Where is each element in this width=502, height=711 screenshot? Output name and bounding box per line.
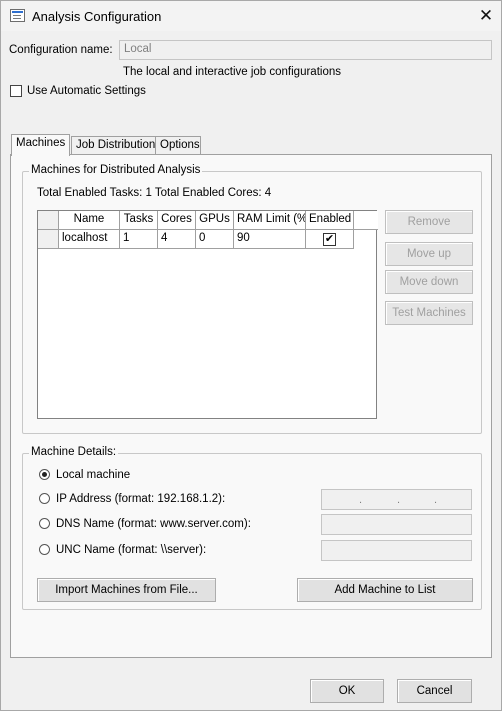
machines-group: Machines for Distributed Analysis Total … xyxy=(22,164,482,434)
cell-tasks[interactable]: 1 xyxy=(120,230,158,249)
tab-job-distribution[interactable]: Job Distribution xyxy=(71,136,164,155)
cell-gpus[interactable]: 0 xyxy=(196,230,234,249)
configuration-name-label: Configuration name: xyxy=(9,44,113,56)
dns-name-radio[interactable] xyxy=(39,518,50,529)
remove-button[interactable]: Remove xyxy=(385,210,473,234)
column-header-tasks[interactable]: Tasks xyxy=(120,211,158,230)
configuration-description: The local and interactive job configurat… xyxy=(123,66,341,78)
unc-name-radio[interactable] xyxy=(39,544,50,555)
ip-separator: . xyxy=(397,494,401,506)
machine-details-group-title: Machine Details: xyxy=(29,446,119,458)
configuration-name-field[interactable]: Local xyxy=(119,40,492,60)
tab-machines[interactable]: Machines xyxy=(11,134,70,156)
test-machines-button[interactable]: Test Machines xyxy=(385,301,473,325)
title-bar: Analysis Configuration ✕ xyxy=(1,1,501,31)
app-window-icon xyxy=(10,9,25,22)
window-title: Analysis Configuration xyxy=(32,9,162,24)
column-header-name[interactable]: Name xyxy=(59,211,120,230)
use-automatic-settings-label: Use Automatic Settings xyxy=(27,85,146,97)
local-machine-label: Local machine xyxy=(56,469,131,481)
local-machine-radio[interactable] xyxy=(39,469,50,480)
move-down-button[interactable]: Move down xyxy=(385,270,473,294)
close-icon[interactable]: ✕ xyxy=(471,1,501,31)
enabled-checkbox[interactable]: ✔ xyxy=(323,233,336,246)
ok-button[interactable]: OK xyxy=(310,679,384,703)
machine-details-group: Machine Details: Local machine IP Addres… xyxy=(22,446,482,610)
row-header[interactable] xyxy=(38,230,59,249)
machines-tab-panel: Machines for Distributed Analysis Total … xyxy=(10,154,492,658)
grid-header-filler xyxy=(354,211,378,230)
ip-separator: . xyxy=(359,494,363,506)
cell-cores[interactable]: 4 xyxy=(158,230,196,249)
cancel-button[interactable]: Cancel xyxy=(397,679,472,703)
analysis-configuration-dialog: Analysis Configuration ✕ Configuration n… xyxy=(0,0,502,711)
column-header-gpus[interactable]: GPUs xyxy=(196,211,234,230)
dns-name-label: DNS Name (format: www.server.com): xyxy=(56,518,251,530)
table-row[interactable]: localhost 1 4 0 90 ✔ xyxy=(38,230,378,249)
enabled-summary: Total Enabled Tasks: 1 Total Enabled Cor… xyxy=(37,187,272,199)
grid-corner xyxy=(38,211,59,230)
machines-grid[interactable]: Name Tasks Cores GPUs RAM Limit (%) Enab… xyxy=(37,210,378,419)
ip-address-radio[interactable] xyxy=(39,493,50,504)
ip-separator: . xyxy=(434,494,438,506)
add-machine-button[interactable]: Add Machine to List xyxy=(297,578,473,602)
move-up-button[interactable]: Move up xyxy=(385,242,473,266)
ip-address-field[interactable]: . . . xyxy=(321,489,472,510)
ip-address-label: IP Address (format: 192.168.1.2): xyxy=(56,493,226,505)
dns-name-field[interactable] xyxy=(321,514,472,535)
cell-name[interactable]: localhost xyxy=(59,230,120,249)
column-header-ram-limit[interactable]: RAM Limit (%) xyxy=(234,211,306,230)
unc-name-label: UNC Name (format: \\server): xyxy=(56,544,207,556)
grid-header-row: Name Tasks Cores GPUs RAM Limit (%) Enab… xyxy=(38,211,378,230)
tab-options[interactable]: Options xyxy=(155,136,201,155)
column-header-cores[interactable]: Cores xyxy=(158,211,196,230)
column-header-enabled[interactable]: Enabled xyxy=(306,211,354,230)
machines-group-title: Machines for Distributed Analysis xyxy=(29,164,203,176)
use-automatic-settings-checkbox[interactable] xyxy=(10,85,22,97)
cell-ram-limit[interactable]: 90 xyxy=(234,230,306,249)
import-machines-button[interactable]: Import Machines from File... xyxy=(37,578,216,602)
unc-name-field[interactable] xyxy=(321,540,472,561)
cell-enabled[interactable]: ✔ xyxy=(306,230,354,249)
